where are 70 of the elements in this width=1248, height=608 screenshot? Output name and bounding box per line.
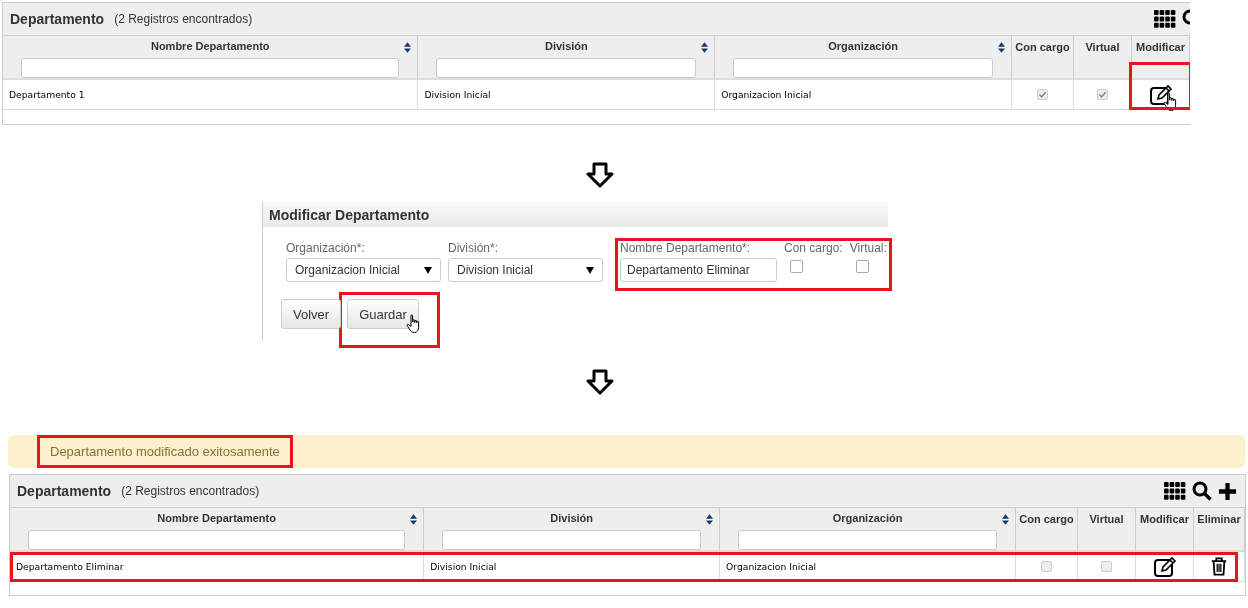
record-count: (2 Registros encontrados) bbox=[121, 484, 260, 498]
input-field[interactable]: Departamento Eliminar bbox=[620, 258, 777, 282]
column-label: Modificar bbox=[1136, 41, 1185, 53]
checkbox[interactable] bbox=[1041, 561, 1052, 572]
column-label: Virtual bbox=[1089, 513, 1124, 525]
column-label: Nombre Departamento bbox=[157, 512, 276, 525]
caret-icon bbox=[586, 266, 594, 274]
checkbox[interactable] bbox=[1037, 89, 1048, 100]
down-arrow-icon bbox=[585, 162, 615, 188]
record-count: (2 Registros encontrados) bbox=[114, 12, 253, 26]
table-cell: Division Inicial bbox=[418, 80, 716, 110]
column-label: Organización bbox=[828, 40, 898, 53]
table-cell: Division Inicial bbox=[424, 552, 721, 582]
sort-icon[interactable] bbox=[1002, 514, 1009, 525]
select-field[interactable]: Division Inicial bbox=[448, 258, 603, 282]
column-label: Modificar bbox=[1140, 513, 1189, 525]
sort-icon[interactable] bbox=[706, 514, 714, 525]
hand-cursor-icon bbox=[1162, 92, 1179, 112]
panel-title: Departamento bbox=[10, 11, 105, 27]
table-cell: Departamento Eliminar bbox=[10, 552, 425, 582]
table-cell: Organizacion Inicial bbox=[720, 552, 1016, 582]
table-cell: Organizacion Inicial bbox=[715, 80, 1012, 110]
caret-icon bbox=[424, 266, 432, 274]
filter-field[interactable] bbox=[436, 57, 697, 78]
down-arrow-icon bbox=[585, 369, 615, 395]
column-header[interactable]: Nombre Departamento bbox=[3, 36, 419, 80]
form-title: Modificar Departamento bbox=[263, 202, 888, 227]
filter-field[interactable] bbox=[28, 529, 406, 550]
add-icon[interactable] bbox=[1218, 481, 1237, 501]
table-cell: Departamento 1 bbox=[3, 80, 419, 110]
column-label: División bbox=[550, 512, 594, 525]
column-label: Con cargo bbox=[1019, 513, 1074, 525]
filter-field[interactable] bbox=[442, 529, 702, 550]
sort-icon[interactable] bbox=[404, 42, 412, 53]
filter-field[interactable] bbox=[738, 529, 997, 550]
field-label: Organización*: bbox=[286, 241, 366, 255]
checkbox[interactable] bbox=[855, 260, 869, 273]
action-button[interactable]: Volver bbox=[281, 299, 342, 329]
column-header[interactable]: División bbox=[424, 508, 721, 552]
column-header[interactable]: Nombre Departamento bbox=[10, 508, 425, 552]
panel-title: Departamento bbox=[17, 483, 112, 499]
edit-icon[interactable] bbox=[1148, 83, 1173, 106]
alert-message: Departamento modificado exitosamente bbox=[37, 435, 293, 468]
field-label: Con cargo: bbox=[784, 241, 843, 255]
column-header[interactable]: División bbox=[418, 36, 716, 80]
filter-field[interactable] bbox=[733, 57, 993, 78]
field-label: División*: bbox=[448, 241, 499, 255]
edit-icon[interactable] bbox=[1152, 555, 1177, 578]
trash-icon[interactable] bbox=[1210, 556, 1228, 577]
sort-icon[interactable] bbox=[701, 42, 709, 53]
field-label: Virtual: bbox=[849, 241, 887, 255]
column-header[interactable]: Organización bbox=[715, 36, 1012, 80]
column-label: Organización bbox=[832, 512, 903, 525]
filter-field[interactable] bbox=[21, 57, 400, 78]
column-label: Virtual bbox=[1085, 41, 1120, 53]
column-label: División bbox=[544, 40, 588, 53]
checkbox[interactable] bbox=[1101, 561, 1112, 572]
sort-icon[interactable] bbox=[998, 42, 1005, 53]
select-field[interactable]: Organizacion Inicial bbox=[286, 258, 441, 282]
column-header[interactable]: Organización bbox=[720, 508, 1016, 552]
column-label: Con cargo bbox=[1015, 41, 1070, 53]
sort-icon[interactable] bbox=[410, 514, 418, 525]
column-label: Eliminar bbox=[1197, 513, 1241, 525]
grid-icon[interactable] bbox=[1164, 482, 1186, 500]
search-icon[interactable] bbox=[1192, 481, 1212, 501]
field-label: Nombre Departamento*: bbox=[620, 241, 752, 255]
column-label: Nombre Departamento bbox=[150, 40, 270, 53]
checkbox[interactable] bbox=[790, 260, 803, 273]
checkbox[interactable] bbox=[1097, 89, 1108, 100]
grid-icon[interactable] bbox=[1154, 10, 1176, 28]
